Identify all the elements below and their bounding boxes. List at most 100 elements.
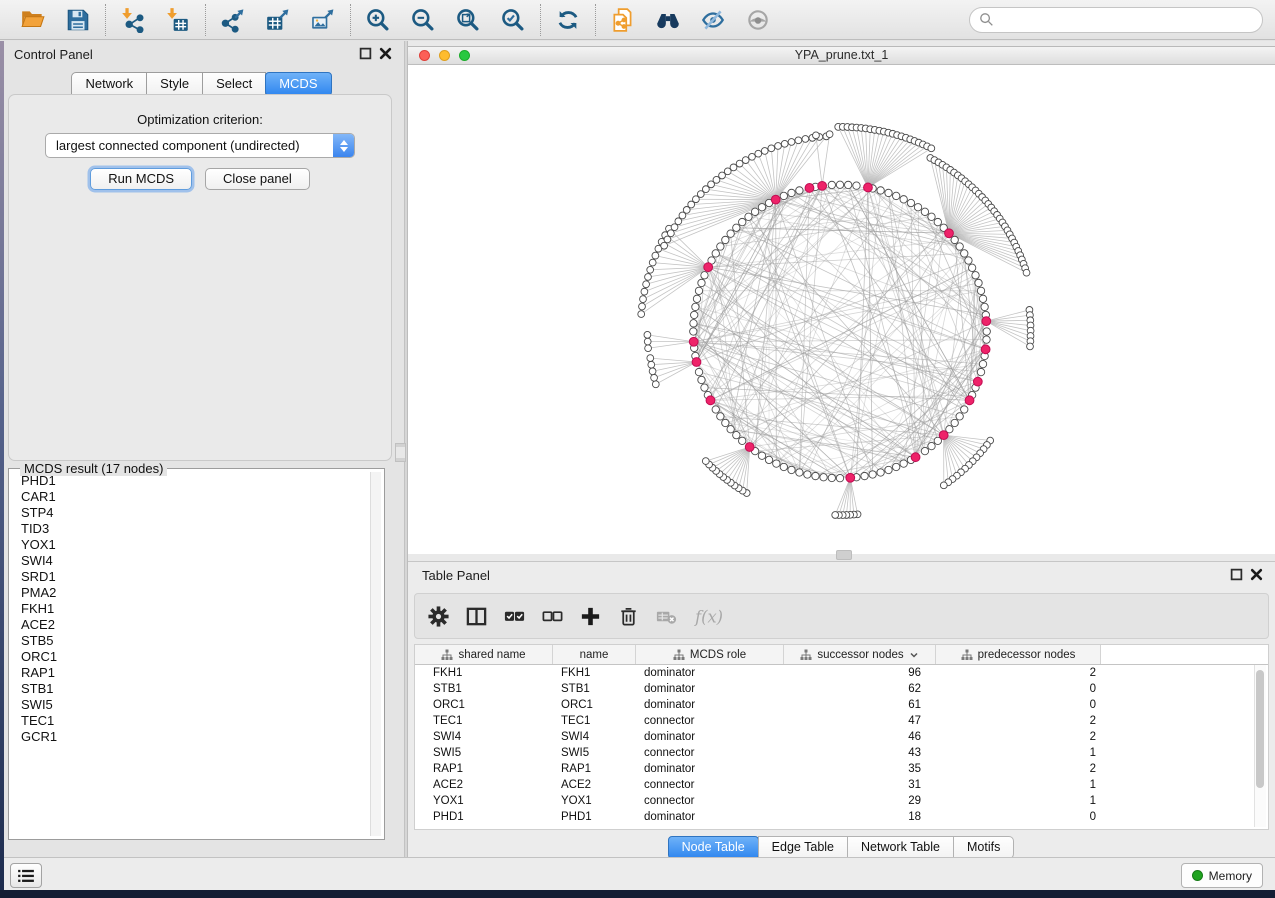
cell-MCDS-role: dominator xyxy=(636,683,784,695)
criterion-dropdown[interactable]: largest connected component (undirected) xyxy=(45,133,355,158)
close-table-panel-icon[interactable] xyxy=(1250,568,1263,581)
cell-shared-name: ACE2 xyxy=(415,779,553,791)
cell-predecessor-nodes: 2 xyxy=(936,763,1101,775)
network-titlebar[interactable]: YPA_prune.txt_1 xyxy=(408,47,1275,65)
tab-edge-table[interactable]: Edge Table xyxy=(758,836,848,859)
network-canvas[interactable] xyxy=(408,64,1275,554)
mcds-list-scrollbar[interactable] xyxy=(370,472,381,836)
run-mcds-button[interactable]: Run MCDS xyxy=(90,168,192,190)
mcds-result-item[interactable]: ACE2 xyxy=(12,617,370,633)
float-panel-icon[interactable] xyxy=(359,47,372,60)
column-header-successor-nodes[interactable]: successor nodes xyxy=(784,645,936,664)
mcds-result-item[interactable]: TID3 xyxy=(12,521,370,537)
show-panels-button[interactable] xyxy=(10,863,42,888)
table-header-row: shared namenameMCDS rolesuccessor nodesp… xyxy=(415,645,1268,665)
cell-predecessor-nodes: 0 xyxy=(936,699,1101,711)
deselect-all-icon[interactable] xyxy=(541,603,564,629)
memory-label: Memory xyxy=(1209,869,1252,883)
mcds-result-item[interactable]: PHD1 xyxy=(12,473,370,489)
zoom-selected-icon[interactable] xyxy=(499,6,527,34)
mcds-result-item[interactable]: SRD1 xyxy=(12,569,370,585)
zoom-out-icon[interactable] xyxy=(409,6,437,34)
mcds-result-item[interactable]: PMA2 xyxy=(12,585,370,601)
close-panel-button[interactable]: Close panel xyxy=(205,168,310,190)
network-graph[interactable] xyxy=(408,64,1275,554)
table-row[interactable]: YOX1YOX1connector291 xyxy=(415,793,1268,809)
table-row[interactable]: PHD1PHD1dominator180 xyxy=(415,809,1268,825)
hide-selected-icon[interactable] xyxy=(699,6,727,34)
save-session-icon[interactable] xyxy=(64,6,92,34)
column-header-shared-name[interactable]: shared name xyxy=(415,645,553,664)
settings-gear-icon[interactable] xyxy=(427,603,450,629)
add-row-icon[interactable] xyxy=(579,603,602,629)
search-input[interactable] xyxy=(1000,12,1253,28)
column-header-MCDS-role[interactable]: MCDS role xyxy=(636,645,784,664)
tab-network-table[interactable]: Network Table xyxy=(847,836,954,859)
table-row[interactable]: ACE2ACE2connector311 xyxy=(415,777,1268,793)
cell-name: PHD1 xyxy=(553,811,636,823)
tab-select[interactable]: Select xyxy=(202,72,266,96)
table-scrollbar-thumb[interactable] xyxy=(1256,670,1264,788)
export-table-icon[interactable] xyxy=(264,6,292,34)
mcds-result-item[interactable]: RAP1 xyxy=(12,665,370,681)
memory-button[interactable]: Memory xyxy=(1181,863,1263,888)
mcds-result-item[interactable]: STB1 xyxy=(12,681,370,697)
import-table-icon[interactable] xyxy=(164,6,192,34)
table-row[interactable]: STB1STB1dominator620 xyxy=(415,681,1268,697)
mcds-result-item[interactable]: SWI4 xyxy=(12,553,370,569)
mcds-result-item[interactable]: TEC1 xyxy=(12,713,370,729)
tab-style[interactable]: Style xyxy=(146,72,203,96)
delete-row-icon[interactable] xyxy=(617,603,640,629)
panel-divider-handle[interactable] xyxy=(395,443,406,462)
zoom-fit-icon[interactable] xyxy=(454,6,482,34)
table-row[interactable]: SWI5SWI5connector431 xyxy=(415,745,1268,761)
network-table-divider-handle[interactable] xyxy=(836,550,852,560)
mcds-result-item[interactable]: STP4 xyxy=(12,505,370,521)
tab-node-table[interactable]: Node Table xyxy=(668,836,759,859)
dropdown-stepper-icon xyxy=(333,134,354,157)
mcds-result-item[interactable]: CAR1 xyxy=(12,489,370,505)
mcds-result-item[interactable]: FKH1 xyxy=(12,601,370,617)
show-columns-icon[interactable] xyxy=(465,603,488,629)
mcds-result-item[interactable]: ORC1 xyxy=(12,649,370,665)
tab-motifs[interactable]: Motifs xyxy=(953,836,1014,859)
table-row[interactable]: TEC1TEC1connector472 xyxy=(415,713,1268,729)
cell-name: ACE2 xyxy=(553,779,636,791)
close-panel-icon[interactable] xyxy=(379,47,392,60)
clone-network-icon[interactable] xyxy=(609,6,637,34)
open-file-icon[interactable] xyxy=(19,6,47,34)
float-table-panel-icon[interactable] xyxy=(1230,568,1243,581)
export-network-icon[interactable] xyxy=(219,6,247,34)
network-search-box[interactable] xyxy=(969,7,1263,33)
export-image-icon[interactable] xyxy=(309,6,337,34)
table-row[interactable]: RAP1RAP1dominator352 xyxy=(415,761,1268,777)
main-content: Control Panel NetworkStyleSelectMCDS Opt… xyxy=(0,41,1275,858)
table-scrollbar[interactable] xyxy=(1254,665,1266,827)
cell-MCDS-role: dominator xyxy=(636,667,784,679)
refresh-view-icon[interactable] xyxy=(554,6,582,34)
select-all-icon[interactable] xyxy=(503,603,526,629)
table-row[interactable]: ORC1ORC1dominator610 xyxy=(415,697,1268,713)
cell-predecessor-nodes: 1 xyxy=(936,795,1101,807)
cell-name: YOX1 xyxy=(553,795,636,807)
table-row[interactable]: FKH1FKH1dominator962 xyxy=(415,665,1268,681)
import-network-icon[interactable] xyxy=(119,6,147,34)
cell-name: FKH1 xyxy=(553,667,636,679)
mcds-result-item[interactable]: SWI5 xyxy=(12,697,370,713)
mcds-result-item[interactable]: STB5 xyxy=(12,633,370,649)
node-table: shared namenameMCDS rolesuccessor nodesp… xyxy=(414,644,1269,830)
column-header-predecessor-nodes[interactable]: predecessor nodes xyxy=(936,645,1101,664)
search-binoculars-icon[interactable] xyxy=(654,6,682,34)
table-panel-title: Table Panel xyxy=(422,568,490,583)
zoom-in-icon[interactable] xyxy=(364,6,392,34)
main-toolbar xyxy=(0,0,1275,40)
mcds-result-list[interactable]: PHD1CAR1STP4TID3YOX1SWI4SRD1PMA2FKH1ACE2… xyxy=(12,473,370,836)
mcds-result-item[interactable]: YOX1 xyxy=(12,537,370,553)
column-header-name[interactable]: name xyxy=(553,645,636,664)
network-window: YPA_prune.txt_1 xyxy=(408,46,1275,554)
tab-network[interactable]: Network xyxy=(71,72,147,96)
mcds-result-item[interactable]: GCR1 xyxy=(12,729,370,745)
cell-shared-name: FKH1 xyxy=(415,667,553,679)
table-row[interactable]: SWI4SWI4dominator462 xyxy=(415,729,1268,745)
tab-mcds[interactable]: MCDS xyxy=(265,72,331,96)
